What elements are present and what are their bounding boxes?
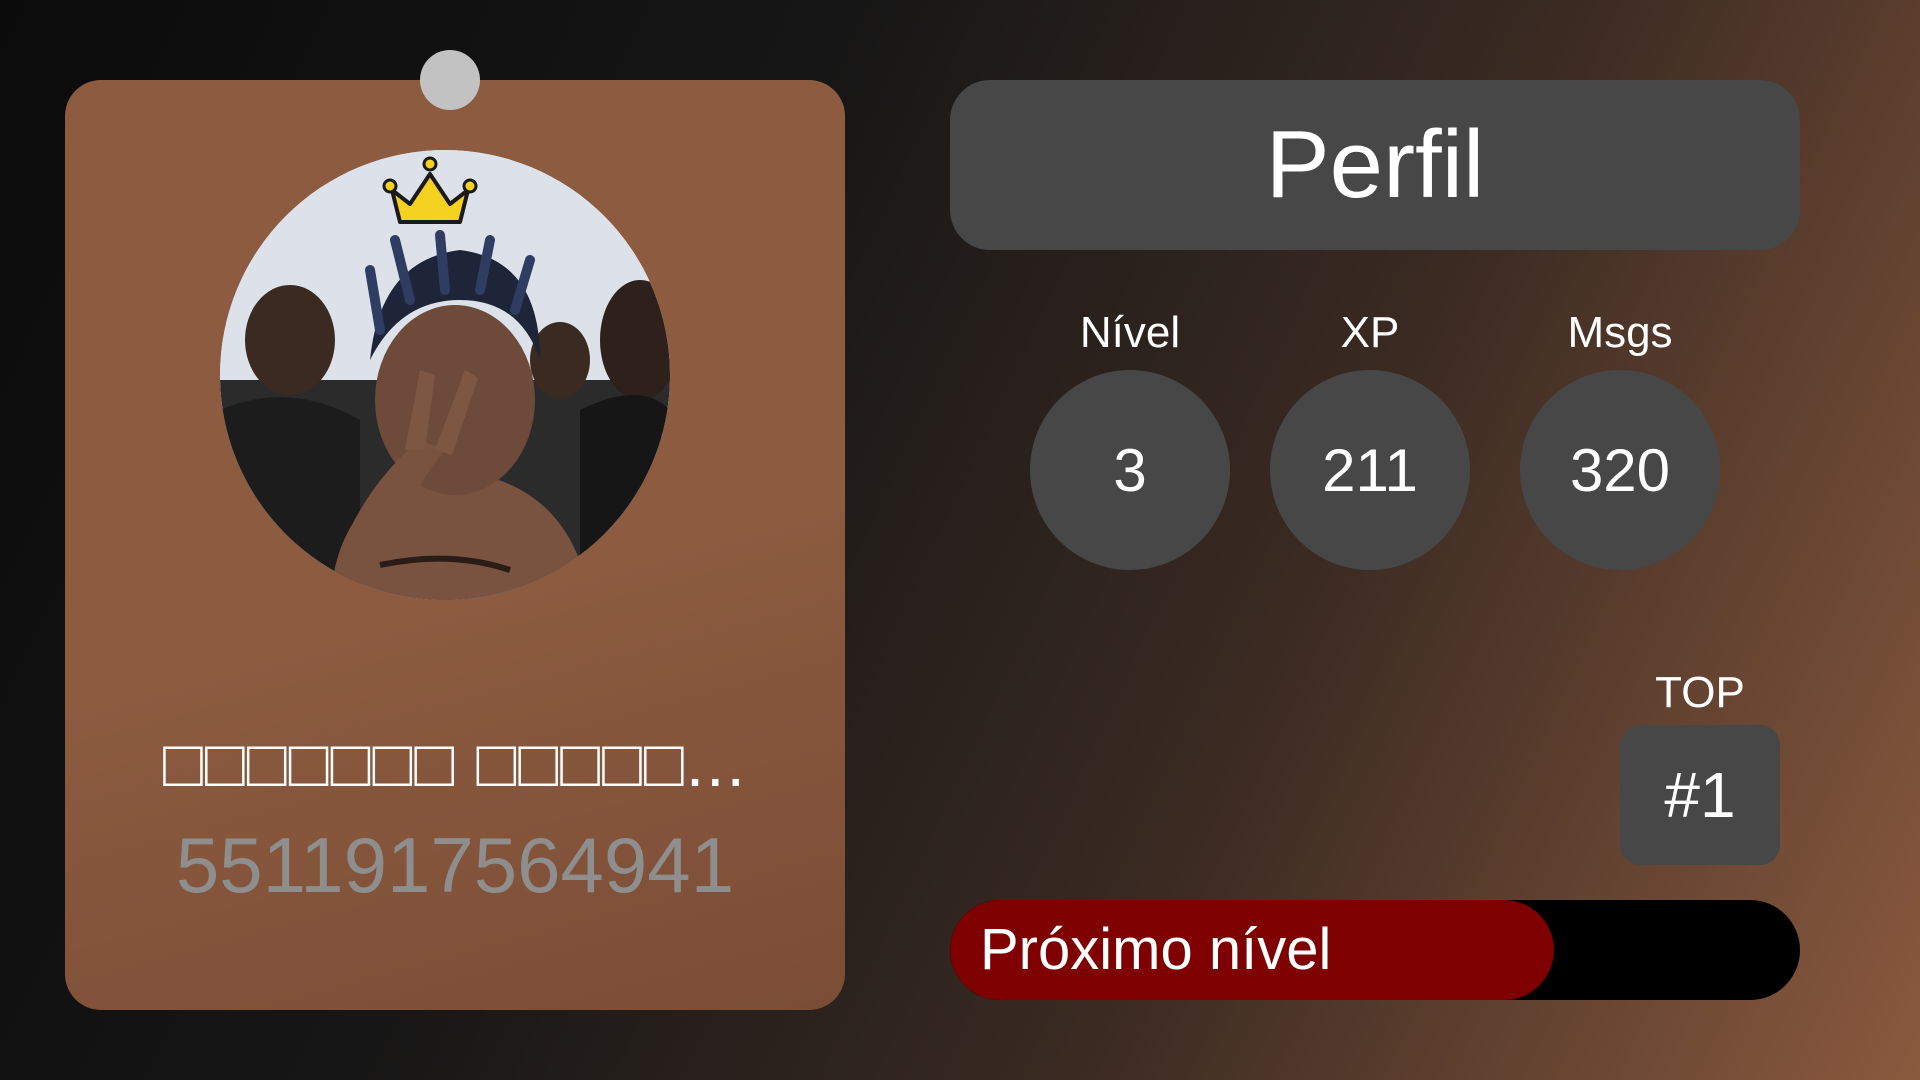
- msgs-label: Msgs: [1567, 308, 1673, 357]
- phone-number: 5511917564941: [175, 821, 735, 909]
- xp-value: 211: [1270, 370, 1470, 570]
- crown-icon: [382, 156, 478, 224]
- xp-label: XP: [1340, 308, 1400, 357]
- level-label: Nível: [1079, 308, 1181, 357]
- username: □□□□□□□ □□□□□...: [163, 726, 747, 800]
- rank-label: TOP: [1655, 668, 1745, 717]
- title-panel: Perfil: [950, 80, 1800, 250]
- msgs-value: 320: [1520, 370, 1720, 570]
- progress-label: Próximo nível: [980, 917, 1332, 982]
- level-value: 3: [1030, 370, 1230, 570]
- rank-badge: #1: [1620, 725, 1780, 865]
- page-title: Perfil: [1265, 111, 1485, 218]
- pin-icon: [420, 50, 480, 110]
- level-progress-bar: Próximo nível: [950, 900, 1800, 1000]
